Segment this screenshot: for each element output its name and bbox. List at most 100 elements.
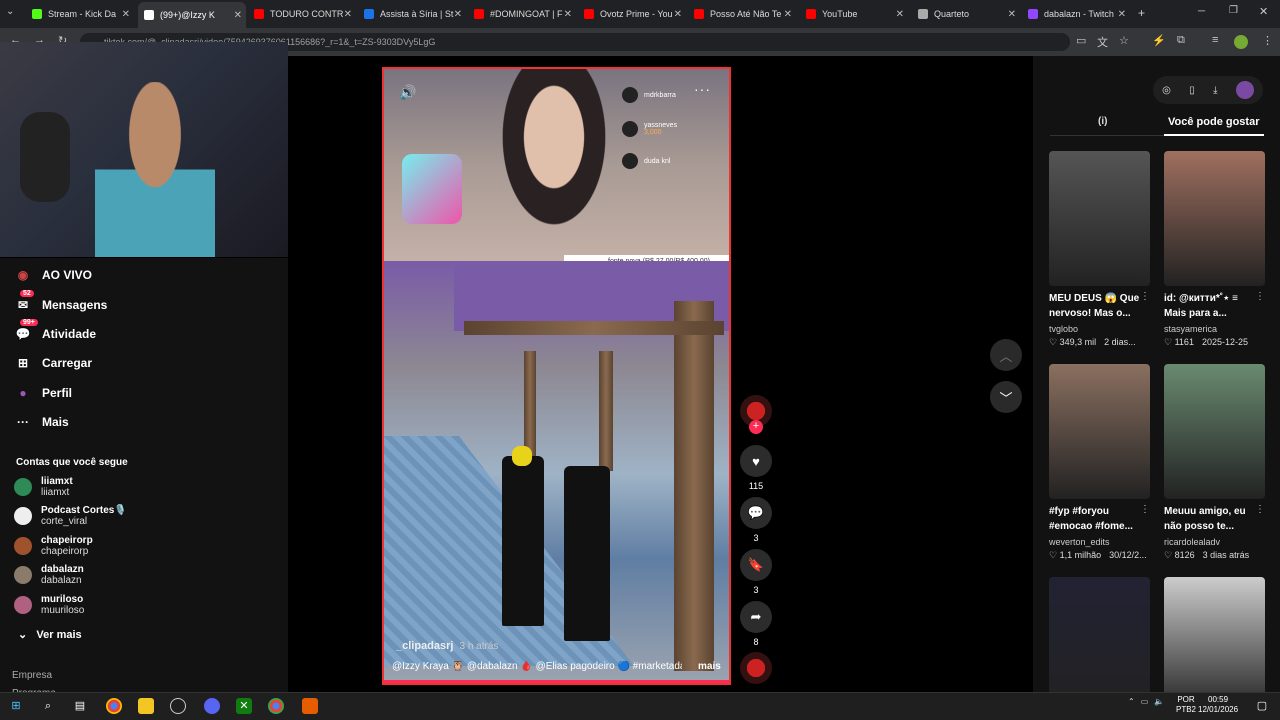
caption-more-button[interactable]: mais: [698, 661, 721, 672]
followed-account[interactable]: Podcast Cortes🎙️ corte_viral: [14, 505, 127, 527]
browser-tab[interactable]: YouTube ✕: [800, 4, 908, 24]
tab-close-icon[interactable]: ✕: [344, 9, 352, 20]
followed-account[interactable]: liiamxt liiamxt: [14, 476, 73, 498]
app-taskbar-icon[interactable]: [302, 698, 318, 714]
tab-search-icon[interactable]: ⌄: [6, 6, 14, 17]
minimize-button[interactable]: ─: [1198, 6, 1205, 17]
card-more-icon[interactable]: ⋮: [1140, 291, 1150, 302]
browser-tab[interactable]: #DOMINGOAT | F ✕: [468, 4, 576, 24]
card-author[interactable]: weverton_edits: [1049, 536, 1150, 548]
tab-close-icon[interactable]: ✕: [896, 9, 904, 20]
tab-close-icon[interactable]: ✕: [454, 9, 462, 20]
card-title[interactable]: Meuuu amigo, eu não posso te...: [1164, 504, 1265, 534]
notification-icon[interactable]: ▢: [1254, 698, 1270, 714]
tab-recommended[interactable]: Você pode gostar: [1168, 116, 1259, 128]
volume-icon[interactable]: 🔊: [399, 84, 416, 101]
user-avatar[interactable]: [1235, 81, 1254, 99]
browser-tab[interactable]: Assista à Síria | St ✕: [358, 4, 466, 24]
recommended-video-card[interactable]: MEU DEUS 😱 Que nervoso! Mas o... ⋮ tvglobo…: [1049, 151, 1150, 348]
browser-tab[interactable]: TODURO CONTR ✕: [248, 4, 356, 24]
tab-close-icon[interactable]: ✕: [1008, 9, 1016, 20]
followed-account[interactable]: chapeirorp chapeirorp: [14, 535, 93, 557]
author-name[interactable]: _clipadasrj: [396, 640, 453, 652]
video-thumbnail[interactable]: [1164, 151, 1265, 286]
obs-icon[interactable]: [170, 698, 186, 714]
followed-account[interactable]: dabalazn dabalazn: [14, 564, 84, 586]
extension-icon[interactable]: ⚡: [1152, 34, 1166, 47]
sidebar-item-activity[interactable]: 💬 99+ Atividade: [14, 319, 96, 343]
previous-video-button[interactable]: ︿: [990, 339, 1022, 371]
chrome-taskbar-icon[interactable]: [106, 698, 122, 714]
language-indicator[interactable]: POR PTB2: [1176, 695, 1196, 715]
sidebar-item-more[interactable]: ··· Mais: [14, 413, 69, 431]
like-button[interactable]: ♥: [740, 445, 772, 477]
clock[interactable]: 00:59 12/01/2026: [1198, 695, 1238, 715]
tab-close-icon[interactable]: ✕: [234, 10, 242, 21]
volume-tray-icon[interactable]: 🔈: [1154, 697, 1164, 706]
more-options-icon[interactable]: ···: [694, 81, 711, 97]
tab-close-icon[interactable]: ✕: [674, 9, 682, 20]
video-thumbnail[interactable]: [1049, 364, 1150, 499]
tab-close-icon[interactable]: ✕: [784, 9, 792, 20]
sidebar-item-message[interactable]: ✉ 52 Mensagens: [14, 290, 107, 314]
xbox-icon[interactable]: ✕: [236, 698, 252, 714]
profile-avatar[interactable]: [1234, 35, 1248, 49]
tray-chevron-icon[interactable]: ⌃: [1128, 697, 1135, 706]
browser-tab[interactable]: dabalazn - Twitch ✕: [1022, 4, 1130, 24]
video-progress-bar[interactable]: [384, 680, 729, 683]
footer-company-link[interactable]: Empresa: [12, 670, 52, 681]
save-button[interactable]: 🔖: [740, 549, 772, 581]
video-author[interactable]: _clipadasrj 3 h atrás: [396, 640, 498, 652]
card-more-icon[interactable]: ⋮: [1140, 504, 1150, 515]
download-icon[interactable]: ⤓: [1213, 85, 1217, 96]
maximize-button[interactable]: ❐: [1229, 5, 1238, 16]
browser-tab[interactable]: Ovotz Prime - You ✕: [578, 4, 686, 24]
chrome-taskbar-icon-2[interactable]: [268, 698, 284, 714]
video-thumbnail[interactable]: [1049, 151, 1150, 286]
compass-icon[interactable]: ◎: [1162, 85, 1171, 96]
cast-icon[interactable]: ▭: [1076, 34, 1086, 47]
card-title[interactable]: #fyp #foryou #emocao #fome...: [1049, 504, 1150, 534]
file-explorer-icon[interactable]: [138, 698, 154, 714]
video-player[interactable]: mdrkbarrayassneves3,000duda knl fonte no…: [382, 67, 731, 685]
bookmark-star-icon[interactable]: ☆: [1119, 34, 1129, 47]
recommended-video-card[interactable]: Meuuu amigo, eu não posso te... ⋮ ricardol…: [1164, 364, 1265, 561]
search-icon[interactable]: ⌕: [40, 698, 56, 714]
tab-info[interactable]: (i): [1098, 116, 1107, 127]
chrome-menu-icon[interactable]: ⋮: [1262, 34, 1273, 47]
close-window-button[interactable]: ✕: [1259, 5, 1268, 18]
card-title[interactable]: MEU DEUS 😱 Que nervoso! Mas o...: [1049, 291, 1150, 321]
tab-close-icon[interactable]: ✕: [1118, 9, 1126, 20]
discord-icon[interactable]: [204, 698, 220, 714]
browser-tab[interactable]: Quarteto ✕: [912, 4, 1020, 24]
card-author[interactable]: ricardolealadv: [1164, 536, 1265, 548]
card-author[interactable]: tvglobo: [1049, 323, 1150, 335]
media-icon[interactable]: ≡: [1212, 34, 1218, 46]
windows-start-icon[interactable]: ⊞: [8, 698, 24, 714]
recommended-video-card[interactable]: #fyp #foryou #emocao #fome... ⋮ weverton_e…: [1049, 364, 1150, 561]
card-title[interactable]: id: @китти*˚⋆ ≡ Mais para a...: [1164, 291, 1265, 321]
followed-account[interactable]: muriloso muuriloso: [14, 594, 84, 616]
video-thumbnail[interactable]: [1164, 364, 1265, 499]
follow-plus-icon[interactable]: +: [749, 420, 763, 434]
extensions-puzzle-icon[interactable]: ⧉: [1177, 34, 1185, 47]
sidebar-item-upload[interactable]: ⊞ Carregar: [14, 354, 92, 372]
see-more-button[interactable]: ⌄ Ver mais: [18, 628, 82, 641]
next-video-button[interactable]: ﹀: [990, 381, 1022, 413]
card-author[interactable]: stasyamerica: [1164, 323, 1265, 335]
card-more-icon[interactable]: ⋮: [1255, 504, 1265, 515]
recommended-video-card[interactable]: id: @китти*˚⋆ ≡ Mais para a... ⋮ stasyamer…: [1164, 151, 1265, 348]
share-button[interactable]: ➦: [740, 601, 772, 633]
tab-close-icon[interactable]: ✕: [122, 9, 130, 20]
comment-button[interactable]: 💬: [740, 497, 772, 529]
task-view-icon[interactable]: ▤: [72, 698, 88, 714]
browser-tab[interactable]: Posso Até Não Te ✕: [688, 4, 796, 24]
new-tab-button[interactable]: +: [1138, 6, 1145, 20]
sidebar-item-live[interactable]: ◉ AO VIVO: [14, 266, 92, 284]
tab-close-icon[interactable]: ✕: [564, 9, 572, 20]
translate-icon[interactable]: 文: [1097, 34, 1108, 50]
browser-tab[interactable]: Stream - Kick Da ✕: [26, 4, 134, 24]
card-more-icon[interactable]: ⋮: [1255, 291, 1265, 302]
music-disc[interactable]: [740, 652, 772, 684]
network-icon[interactable]: ▭: [1141, 697, 1149, 706]
